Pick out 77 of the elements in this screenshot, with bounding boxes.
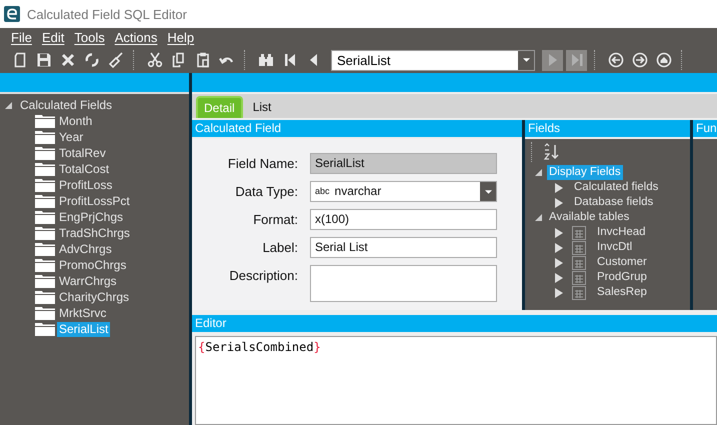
input-field[interactable]: SerialList bbox=[310, 153, 497, 174]
menu-item[interactable]: Edit bbox=[42, 30, 64, 45]
data-type-dropdown[interactable]: abc nvarchar bbox=[310, 181, 497, 202]
tree-item[interactable]: Month bbox=[57, 114, 94, 128]
expand-triangle-icon[interactable] bbox=[555, 228, 563, 238]
tree-item[interactable]: Calculated Fields bbox=[18, 98, 114, 112]
panel-header: Calculated Field bbox=[192, 120, 522, 139]
tree-item[interactable]: InvcHead bbox=[595, 225, 648, 240]
tree-item[interactable]: SalesRep bbox=[595, 285, 649, 300]
expand-triangle-icon[interactable] bbox=[555, 198, 563, 208]
tree-item[interactable]: Customer bbox=[595, 255, 649, 270]
record-combo[interactable]: SerialList bbox=[331, 50, 535, 70]
input-field[interactable]: Serial List bbox=[310, 237, 497, 258]
tree-item[interactable]: InvcDtl bbox=[595, 240, 634, 255]
tree-item[interactable]: TotalCost bbox=[57, 162, 112, 176]
caret-icon bbox=[484, 190, 492, 194]
menu-item[interactable]: File bbox=[11, 30, 32, 45]
caret-icon bbox=[522, 58, 530, 62]
tree-item[interactable]: Available tables bbox=[547, 210, 632, 225]
expand-triangle-icon[interactable] bbox=[555, 182, 563, 192]
expand-triangle-icon[interactable] bbox=[555, 288, 563, 298]
app-logo-icon bbox=[4, 6, 20, 22]
window-title: Calculated Field SQL Editor bbox=[27, 6, 187, 22]
panel-header: Fields bbox=[525, 120, 690, 139]
expand-triangle-icon[interactable] bbox=[555, 272, 563, 282]
panel-header: Fun bbox=[693, 120, 717, 139]
folder-icon bbox=[35, 290, 55, 304]
input-field[interactable]: x(100) bbox=[310, 209, 497, 230]
expand-triangle-icon[interactable] bbox=[535, 169, 542, 176]
table-icon bbox=[572, 256, 586, 270]
menu-item[interactable]: Help bbox=[167, 30, 194, 45]
tree-item[interactable]: TradShChrgs bbox=[57, 226, 132, 240]
folder-icon bbox=[35, 146, 55, 160]
field-label: Data Type: bbox=[234, 183, 298, 201]
tree-item[interactable]: AdvChrgs bbox=[57, 242, 114, 256]
expand-triangle-icon[interactable] bbox=[535, 214, 542, 221]
table-icon bbox=[572, 286, 586, 300]
table-icon bbox=[572, 226, 586, 240]
tree-item[interactable]: EngPrjChgs bbox=[57, 210, 126, 224]
folder-icon bbox=[35, 274, 55, 288]
expand-triangle-icon[interactable] bbox=[555, 242, 563, 252]
folder-icon bbox=[35, 162, 55, 176]
menu-item[interactable]: Actions bbox=[114, 30, 158, 45]
folder-icon bbox=[35, 258, 55, 272]
tree-item[interactable]: CharityChrgs bbox=[57, 290, 132, 304]
field-label: Format: bbox=[252, 211, 298, 229]
tree-item[interactable]: Database fields bbox=[572, 195, 656, 210]
field-label: Description: bbox=[228, 267, 298, 285]
description-field[interactable] bbox=[310, 265, 497, 302]
folder-icon bbox=[35, 178, 55, 192]
tree-item[interactable]: Year bbox=[57, 130, 86, 144]
folder-icon bbox=[35, 306, 55, 320]
expand-triangle-icon[interactable] bbox=[555, 258, 563, 268]
tree-item[interactable]: MrktSrvc bbox=[57, 306, 108, 320]
tree-item[interactable]: ProfitLossPct bbox=[57, 194, 132, 208]
folder-icon bbox=[35, 322, 55, 336]
folder-icon bbox=[35, 194, 55, 208]
table-icon bbox=[572, 270, 586, 284]
tree-item[interactable]: Calculated fields bbox=[572, 180, 660, 195]
sort-icon[interactable] bbox=[543, 143, 561, 161]
tree-item[interactable]: TotalRev bbox=[57, 146, 108, 160]
tree-item[interactable]: ProfitLoss bbox=[57, 178, 114, 192]
folder-icon bbox=[35, 226, 55, 240]
folder-icon bbox=[35, 210, 55, 224]
tree-item[interactable]: ProdGrup bbox=[595, 270, 649, 285]
field-label: Label: bbox=[262, 239, 298, 257]
menu-item[interactable]: Tools bbox=[74, 30, 105, 45]
tab[interactable]: List bbox=[246, 96, 278, 118]
expand-triangle-icon[interactable] bbox=[5, 102, 12, 108]
folder-icon bbox=[35, 130, 55, 144]
field-label: Field Name: bbox=[226, 155, 298, 173]
tree-item[interactable]: PromoChrgs bbox=[57, 258, 128, 272]
sql-editor[interactable]: {SerialsCombined} bbox=[195, 336, 717, 425]
folder-icon bbox=[35, 242, 55, 256]
folder-icon bbox=[35, 114, 55, 128]
table-icon bbox=[572, 240, 586, 254]
tree-item[interactable]: WarrChrgs bbox=[57, 274, 119, 288]
